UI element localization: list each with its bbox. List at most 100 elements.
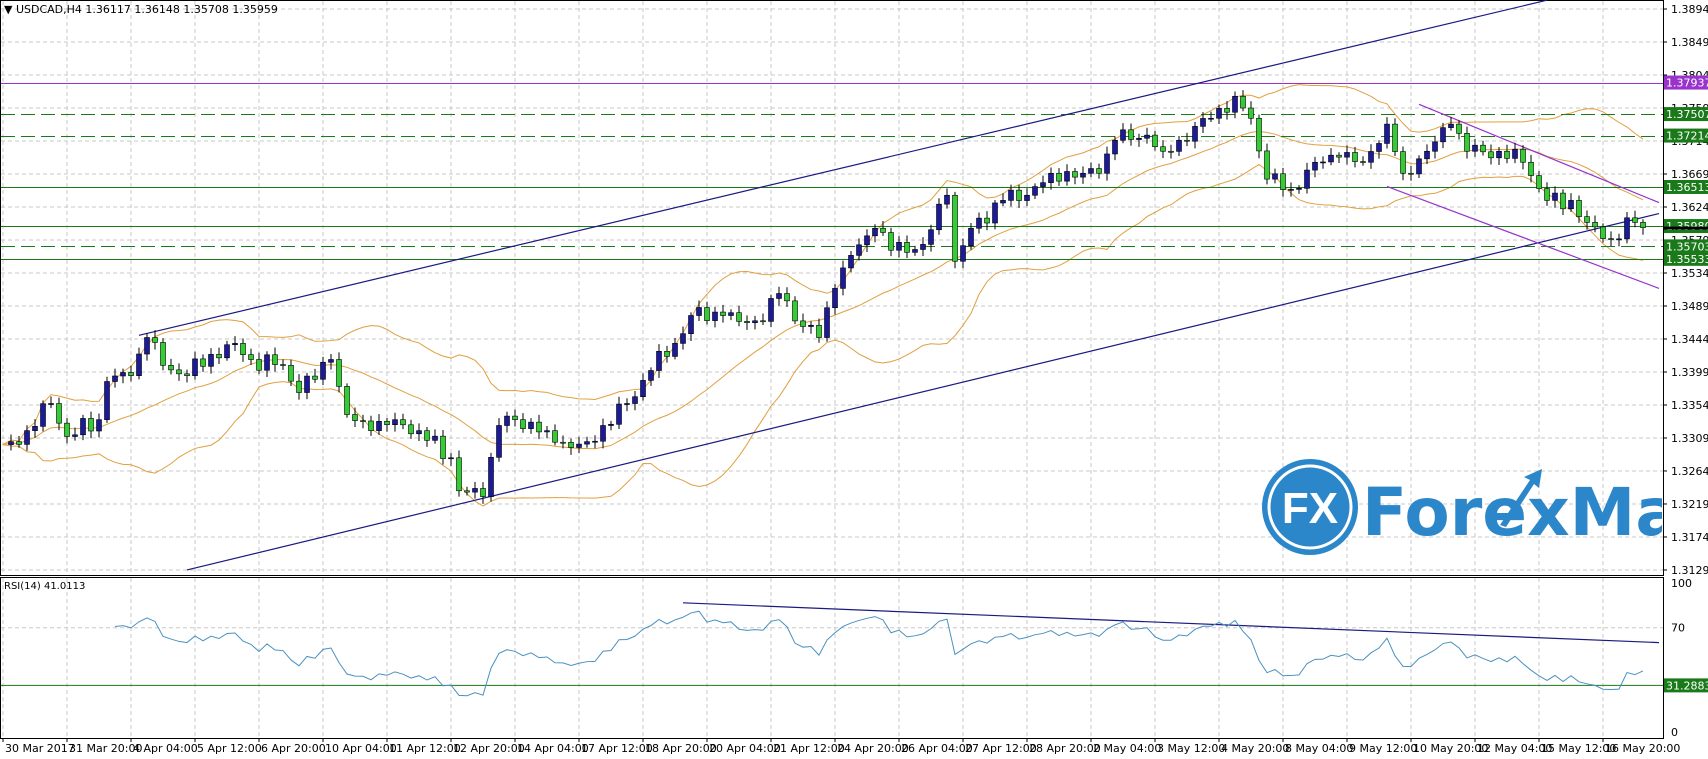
candle-body [1176,139,1182,152]
candle-body [1152,134,1158,148]
candle-body [1448,123,1454,128]
candle-body [1552,192,1558,201]
rsi-tick-label: 100 [1671,577,1692,590]
candle-body [1064,171,1070,182]
collapse-triangle-icon[interactable]: ▼ [4,3,12,16]
candle-body [576,443,582,448]
time-tick-label: 6 Apr 20:00 [261,742,326,755]
time-tick-label: 17 Apr 12:00 [581,742,653,755]
candle-body [456,457,462,492]
candle-body [1368,151,1374,163]
time-tick-label: 26 Apr 04:00 [901,742,973,755]
candle-body [856,244,862,256]
candle-body [1440,127,1446,143]
candle-body [904,242,910,253]
rsi-tick-label: 70 [1671,622,1685,635]
candle-body [1072,171,1078,178]
trading-chart[interactable]: 1.389401.384901.380401.375901.371401.366… [0,0,1708,759]
level-price-box-label: 1.37507 [1666,108,1708,121]
candle-body [696,307,702,316]
candle-body [376,421,382,431]
candle-body [1528,161,1534,176]
candle-body [1200,118,1206,127]
candle-body [792,300,798,322]
candle-body [432,435,438,441]
candle-body [448,457,454,460]
candle-body [1472,144,1478,152]
chart-header: ▼ USDCAD,H4 1.36117 1.36148 1.35708 1.35… [4,3,278,16]
candle-body [184,373,190,376]
candle-body [896,242,902,251]
candle-body [480,488,486,497]
candle-body [1000,200,1006,204]
time-tick-label: 4 May 20:00 [1221,742,1289,755]
candle-body [1224,108,1230,113]
candle-body [768,298,774,322]
candle-body [704,307,710,321]
candle-body [504,415,510,426]
candle-body [720,311,726,316]
level-price-box-label: 1.35703 [1666,240,1708,253]
candle-body [760,320,766,323]
candle-body [1272,173,1278,180]
candle-body [808,324,814,327]
candle-body [424,430,430,441]
price-tick-label: 1.33540 [1671,399,1708,412]
candle-body [32,426,38,431]
candle-body [1584,216,1590,223]
candle-body [1392,123,1398,152]
candle-body [1264,150,1270,180]
candle-body [1480,144,1486,153]
candle-body [264,354,270,371]
candle-body [1320,161,1326,164]
candle-body [1184,139,1190,142]
candle-body [816,324,822,338]
candle-body [912,249,918,253]
candle-body [88,418,94,432]
candle-body [1424,150,1430,160]
candle-body [1352,152,1358,162]
candle-body [1336,154,1342,158]
candle-body [384,421,390,425]
candle-body [1408,172,1414,175]
candle-body [992,202,998,224]
candle-body [56,403,62,424]
candle-body [1624,217,1630,240]
candle-body [136,353,142,376]
candle-body [1216,108,1222,119]
candle-body [1008,189,1014,201]
candle-body [144,337,150,355]
candle-body [1432,141,1438,152]
candle-body [1096,168,1102,174]
candle-body [536,421,542,433]
candle-body [1520,148,1526,163]
candle-body [1640,222,1646,228]
candle-body [224,344,230,359]
candle-body [240,343,246,355]
time-tick-label: 30 Mar 2017 [5,742,75,755]
time-tick-label: 28 Apr 20:00 [1029,742,1101,755]
price-tick-label: 1.36690 [1671,168,1708,181]
candle-body [296,380,302,393]
time-tick-label: 3 May 12:00 [1157,742,1225,755]
time-tick-label: 24 Apr 20:00 [837,742,909,755]
candle-body [392,419,398,425]
candle-body [1344,152,1350,158]
candle-body [1512,148,1518,159]
candle-body [288,365,294,382]
candle-body [8,441,14,445]
candle-body [80,418,86,436]
candle-body [1464,133,1470,152]
candle-body [568,442,574,448]
candle-body [648,370,654,381]
candle-body [256,359,262,371]
candle-body [624,403,630,405]
price-tick-label: 1.33090 [1671,432,1708,445]
candle-body [1536,175,1542,189]
candle-body [1136,137,1142,140]
candle-body [1488,151,1494,159]
candle-body [840,267,846,289]
candle-body [464,490,470,493]
price-tick-label: 1.38940 [1671,3,1708,16]
high-price: 1.36148 [134,3,180,16]
